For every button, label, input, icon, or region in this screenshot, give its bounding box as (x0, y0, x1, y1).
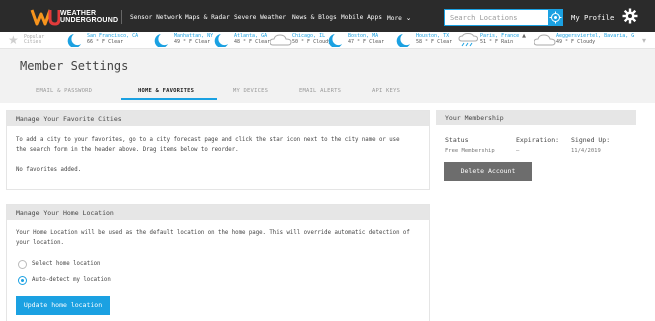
city-temp: 47 ° F Clear (348, 39, 385, 45)
nav-severe-weather[interactable]: Severe Weather (234, 14, 286, 21)
nav-mobile-apps[interactable]: Mobile Apps (341, 14, 382, 21)
status-value: Free Membership (445, 148, 495, 154)
locate-icon (549, 11, 562, 24)
chevron-down-icon[interactable]: ▾ (642, 36, 646, 45)
clear-night-icon (396, 34, 410, 47)
cloudy-icon (270, 34, 292, 46)
delete-account-button[interactable]: Delete Account (444, 162, 532, 181)
locate-me-button[interactable] (548, 9, 563, 26)
radio-label-select-home[interactable]: Select home location (32, 259, 100, 269)
chevron-down-icon: ⌄ (405, 14, 412, 22)
cloudy-icon (534, 34, 556, 46)
clear-night-icon (328, 34, 342, 47)
update-home-location-button[interactable]: Update home location (16, 296, 110, 315)
panel-title: Your Membership (445, 114, 504, 122)
signed-up-value: 11/4/2019 (571, 148, 601, 154)
gear-icon[interactable] (622, 8, 638, 24)
wunderground-logo-icon[interactable] (30, 8, 60, 26)
popular-line-2: Cities (24, 40, 42, 45)
expiration-label: Expiration: (516, 136, 560, 144)
clear-night-icon (154, 34, 168, 47)
city-temp: 49 ° F Cloudy (556, 39, 596, 45)
clear-night-icon (67, 34, 81, 47)
radio-auto-detect[interactable] (18, 276, 27, 285)
tab-home-favorites[interactable]: HOME & FAVORITES (138, 88, 194, 94)
search-input[interactable]: Search Locations (444, 9, 555, 26)
radio-select-home[interactable] (18, 260, 27, 269)
popular-cities-label: Popular Cities (24, 35, 44, 45)
expiration-value: – (516, 148, 520, 154)
logo-wordmark[interactable]: WEATHER UNDERGROUND (60, 10, 118, 24)
city-temp: 49 ° F Clear (174, 39, 211, 45)
my-profile-link[interactable]: My Profile (571, 13, 614, 22)
search-placeholder: Search Locations (450, 14, 518, 22)
city-temp: 51 ° F Rain (480, 39, 514, 45)
nav-maps-radar[interactable]: Maps & Radar (185, 14, 230, 21)
header-divider (121, 10, 122, 24)
tab-api-keys[interactable]: API KEYS (372, 88, 400, 94)
nav-news-blogs[interactable]: News & Blogs (292, 14, 337, 21)
home-location-panel: Manage Your Home Location Your Home Loca… (6, 204, 430, 321)
panel-title: Manage Your Favorite Cities (16, 115, 122, 123)
panel-header: Manage Your Favorite Cities (7, 111, 429, 126)
nav-more[interactable]: More ⌄ (387, 14, 412, 22)
logo-line-2: UNDERGROUND (60, 17, 119, 24)
panel-header: Your Membership (436, 110, 636, 125)
star-icon[interactable]: ★ (8, 34, 19, 46)
favorites-empty-text: No favorites added. (16, 167, 82, 173)
nav-sensor-network[interactable]: Sensor Network (130, 14, 182, 21)
page-title: Member Settings (20, 59, 129, 73)
city-temp: 48 ° F Clear (234, 39, 271, 45)
nav-more-label: More (387, 15, 402, 22)
city-temp: 58 ° F Clear (416, 39, 453, 45)
panel-title: Manage Your Home Location (16, 209, 114, 217)
status-label: Status (445, 136, 469, 144)
rain-icon (458, 33, 479, 47)
signed-up-label: Signed Up: (571, 136, 611, 144)
membership-panel: Your Membership Status Expiration: Signe… (436, 110, 636, 190)
tab-my-devices[interactable]: MY DEVICES (233, 88, 268, 94)
clear-night-icon (214, 34, 228, 47)
home-location-description: Your Home Location will be used as the d… (16, 230, 410, 246)
radio-label-auto-detect[interactable]: Auto-detect my location (32, 275, 111, 285)
city-temp: 66 ° F Clear (87, 39, 124, 45)
logo-line-1: WEATHER (60, 10, 97, 17)
favorites-panel: Manage Your Favorite Cities To add a cit… (6, 110, 430, 190)
warning-icon: ▲ (522, 33, 527, 39)
favorites-instructions: To add a city to your favorites, go to a… (16, 137, 400, 153)
tab-email-password[interactable]: EMAIL & PASSWORD (36, 88, 92, 94)
tab-email-alerts[interactable]: EMAIL ALERTS (299, 88, 341, 94)
active-tab-indicator (121, 98, 217, 100)
panel-header: Manage Your Home Location (7, 205, 429, 220)
